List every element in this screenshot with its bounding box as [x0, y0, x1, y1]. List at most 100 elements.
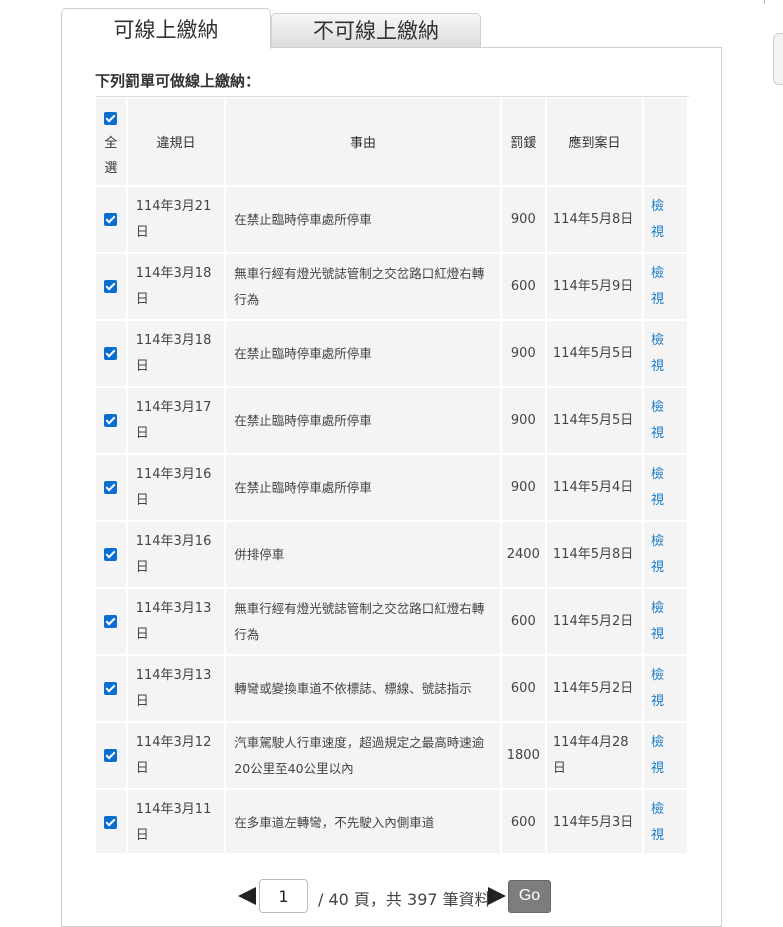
- table-row: 114年3月16日 併排停車 2400 114年5月8日 檢視: [96, 522, 687, 587]
- violation-reason: 在禁止臨時停車處所停車: [226, 187, 500, 252]
- row-select-cell: [96, 790, 126, 853]
- row-select-cell: [96, 254, 126, 319]
- due-date: 114年5月8日: [546, 187, 642, 252]
- due-date: 114年5月9日: [546, 254, 642, 319]
- table-row: 114年3月13日 無車行經有燈光號誌管制之交岔路口紅燈右轉行為 600 114年5月…: [96, 589, 687, 654]
- view-link[interactable]: 檢視: [651, 730, 665, 782]
- violation-reason: 併排停車: [226, 522, 500, 587]
- view-link[interactable]: 檢視: [651, 596, 665, 648]
- date-column-header: 違規日: [127, 98, 225, 185]
- view-cell: 檢視: [644, 254, 687, 319]
- violation-date: 114年3月21日: [127, 187, 225, 252]
- violation-reason: 在禁止臨時停車處所停車: [226, 388, 500, 453]
- view-cell: 檢視: [644, 187, 687, 252]
- view-link[interactable]: 檢視: [651, 462, 665, 514]
- page-summary: / 40 頁，共 397 筆資料: [318, 890, 491, 909]
- section-heading: 下列罰單可做線上繳納：: [95, 72, 261, 90]
- view-link[interactable]: 檢視: [651, 194, 665, 246]
- violation-reason: 在禁止臨時停車處所停車: [226, 321, 500, 386]
- row-select-cell: [96, 656, 126, 721]
- table-row: 114年3月12日 汽車駕駛人行車速度，超過規定之最高時速逾20公里至40公里以內…: [96, 723, 687, 788]
- checkbox-checked-icon[interactable]: [104, 816, 118, 829]
- select-all-header: 全選: [96, 98, 126, 185]
- checkbox-checked-icon[interactable]: [104, 481, 118, 494]
- row-select-cell: [96, 455, 126, 520]
- view-cell: 檢視: [644, 388, 687, 453]
- fine-amount: 1800: [501, 723, 545, 788]
- tab-not-online-payable[interactable]: 不可線上繳納: [271, 13, 481, 47]
- violation-date: 114年3月11日: [127, 790, 225, 853]
- fines-table-container[interactable]: 全選 違規日 事由 罰鍰 應到案日 114年3月21日 在禁止臨時停車處所停車 90…: [96, 96, 689, 853]
- select-all-label: 全選: [104, 135, 118, 176]
- view-link[interactable]: 檢視: [651, 529, 665, 581]
- row-select-cell: [96, 723, 126, 788]
- view-cell: 檢視: [644, 790, 687, 853]
- fines-table: 全選 違規日 事由 罰鍰 應到案日 114年3月21日 在禁止臨時停車處所停車 90…: [96, 97, 689, 853]
- due-date: 114年4月28日: [546, 723, 642, 788]
- table-row: 114年3月18日 無車行經有燈光號誌管制之交岔路口紅燈右轉行為 600 114年5月…: [96, 254, 687, 319]
- table-row: 114年3月21日 在禁止臨時停車處所停車 900 114年5月8日 檢視: [96, 187, 687, 252]
- view-cell: 檢視: [644, 455, 687, 520]
- view-link[interactable]: 檢視: [651, 395, 665, 447]
- fine-amount: 900: [501, 187, 545, 252]
- triangle-right-icon[interactable]: [488, 887, 506, 905]
- violation-date: 114年3月17日: [127, 388, 225, 453]
- triangle-left-icon[interactable]: [238, 887, 256, 905]
- fine-amount: 900: [501, 455, 545, 520]
- page-number-input[interactable]: [259, 879, 308, 913]
- violation-date: 114年3月18日: [127, 254, 225, 319]
- view-link[interactable]: 檢視: [651, 663, 665, 715]
- row-select-cell: [96, 321, 126, 386]
- reason-column-header: 事由: [226, 98, 500, 185]
- checkbox-checked-icon[interactable]: [104, 213, 118, 226]
- row-select-cell: [96, 187, 126, 252]
- action-column-header: [644, 98, 687, 185]
- fine-amount: 900: [501, 388, 545, 453]
- side-handle[interactable]: [773, 33, 783, 85]
- violation-reason: 在多車道左轉彎，不先駛入內側車道: [226, 790, 500, 853]
- table-header-row: 全選 違規日 事由 罰鍰 應到案日: [96, 98, 687, 185]
- checkbox-checked-icon[interactable]: [104, 548, 118, 561]
- pagination: / 40 頁，共 397 筆資料 Go: [238, 878, 558, 913]
- checkbox-checked-icon[interactable]: [104, 280, 118, 293]
- table-row: 114年3月16日 在禁止臨時停車處所停車 900 114年5月4日 檢視: [96, 455, 687, 520]
- view-cell: 檢視: [644, 723, 687, 788]
- fine-amount: 600: [501, 589, 545, 654]
- due-date: 114年5月5日: [546, 321, 642, 386]
- table-body: 114年3月21日 在禁止臨時停車處所停車 900 114年5月8日 檢視 114年3月1…: [96, 187, 687, 853]
- violation-date: 114年3月16日: [127, 522, 225, 587]
- due-date: 114年5月5日: [546, 388, 642, 453]
- table-row: 114年3月11日 在多車道左轉彎，不先駛入內側車道 600 114年5月3日 檢視: [96, 790, 687, 853]
- row-select-cell: [96, 522, 126, 587]
- select-all-checkbox[interactable]: [104, 111, 118, 125]
- table-row: 114年3月17日 在禁止臨時停車處所停車 900 114年5月5日 檢視: [96, 388, 687, 453]
- tab-online-payable[interactable]: 可線上繳納: [61, 8, 271, 49]
- checkbox-checked-icon[interactable]: [104, 347, 118, 360]
- violation-reason: 轉彎或變換車道不依標誌、標線、號誌指示: [226, 656, 500, 721]
- violation-date: 114年3月13日: [127, 589, 225, 654]
- fine-column-header: 罰鍰: [501, 98, 545, 185]
- violation-date: 114年3月18日: [127, 321, 225, 386]
- row-select-cell: [96, 589, 126, 654]
- view-link[interactable]: 檢視: [651, 261, 665, 313]
- view-link[interactable]: 檢視: [651, 797, 665, 849]
- checkbox-checked-icon[interactable]: [104, 682, 118, 695]
- checkbox-checked-icon[interactable]: [104, 615, 118, 628]
- violation-date: 114年3月12日: [127, 723, 225, 788]
- due-date: 114年5月3日: [546, 790, 642, 853]
- tab-bar: 可線上繳納 不可線上繳納: [61, 8, 481, 49]
- view-cell: 檢視: [644, 656, 687, 721]
- fine-amount: 600: [501, 254, 545, 319]
- fine-amount: 600: [501, 790, 545, 853]
- row-select-cell: [96, 388, 126, 453]
- go-button[interactable]: Go: [508, 880, 551, 913]
- view-cell: 檢視: [644, 589, 687, 654]
- violation-date: 114年3月16日: [127, 455, 225, 520]
- checkbox-checked-icon[interactable]: [104, 414, 118, 427]
- checkbox-checked-icon[interactable]: [104, 749, 118, 762]
- due-date: 114年5月4日: [546, 455, 642, 520]
- view-cell: 檢視: [644, 522, 687, 587]
- table-row: 114年3月18日 在禁止臨時停車處所停車 900 114年5月5日 檢視: [96, 321, 687, 386]
- view-link[interactable]: 檢視: [651, 328, 665, 380]
- due-date: 114年5月2日: [546, 589, 642, 654]
